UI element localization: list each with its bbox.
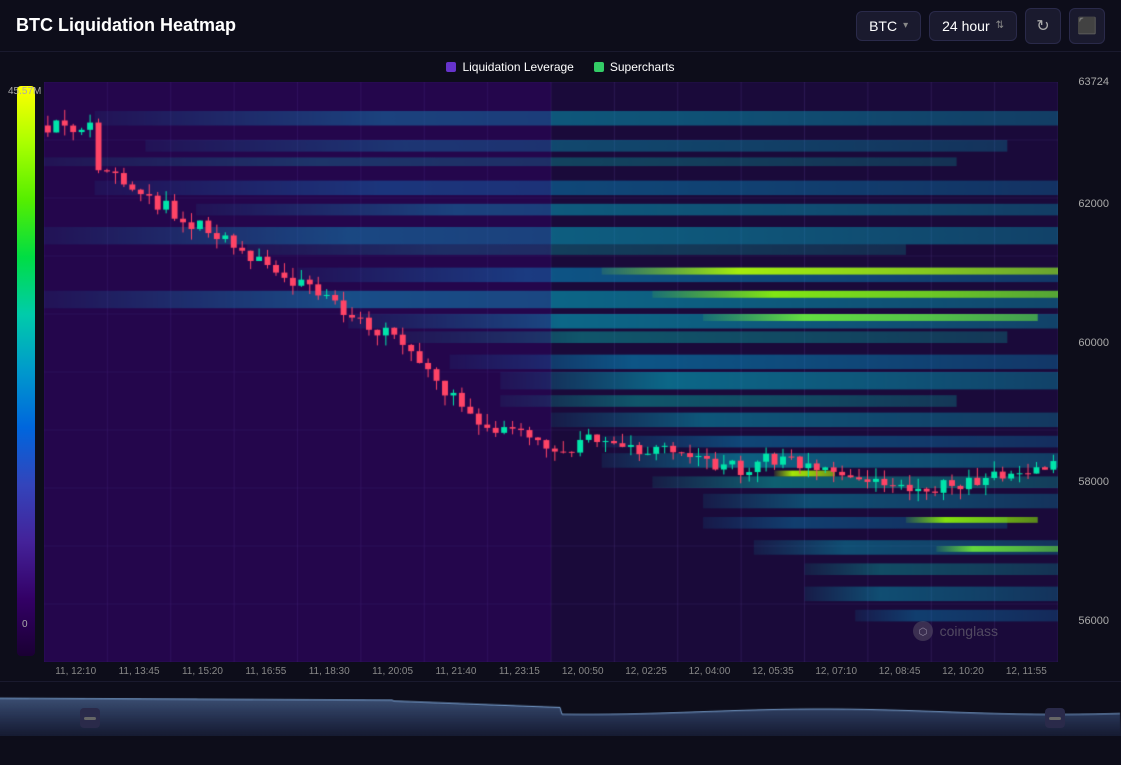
camera-icon: ⬛ xyxy=(1077,16,1097,36)
y-label-56000: 56000 xyxy=(1078,615,1109,627)
x-label: 12, 05:35 xyxy=(741,666,804,677)
x-label: 11, 23:15 xyxy=(488,666,551,677)
bottom-bar xyxy=(0,681,1121,736)
screenshot-button[interactable]: ⬛ xyxy=(1069,8,1105,44)
x-label: 12, 10:20 xyxy=(931,666,994,677)
coinglass-icon: ⬡ xyxy=(912,620,934,642)
color-scale-bar xyxy=(17,86,35,656)
svg-text:⬡: ⬡ xyxy=(918,627,927,638)
refresh-icon: ↻ xyxy=(1036,16,1049,36)
legend: Liquidation Leverage Supercharts xyxy=(8,52,1113,82)
asset-value: BTC xyxy=(869,18,897,34)
scale-label-bottom: 0 xyxy=(22,619,28,630)
x-label: 11, 15:20 xyxy=(171,666,234,677)
main-chart-row: 45.57M 0 ⬡ coinglass 63724 62000 60000 5… xyxy=(8,82,1113,662)
x-label: 12, 11:55 xyxy=(995,666,1058,677)
x-label: 11, 12:10 xyxy=(44,666,107,677)
x-label: 12, 00:50 xyxy=(551,666,614,677)
chevron-down-icon: ▾ xyxy=(903,20,908,31)
y-label-60000: 60000 xyxy=(1078,337,1109,349)
legend-item-supercharts: Supercharts xyxy=(594,60,675,74)
y-axis: 63724 62000 60000 58000 56000 xyxy=(1058,82,1113,662)
x-label: 11, 20:05 xyxy=(361,666,424,677)
chevron-updown-icon: ⇅ xyxy=(996,20,1004,31)
asset-dropdown[interactable]: BTC ▾ xyxy=(856,11,921,41)
y-label-62000: 62000 xyxy=(1078,198,1109,210)
timeframe-dropdown[interactable]: 24 hour ⇅ xyxy=(929,11,1017,41)
scroll-handle-grip-right xyxy=(1049,717,1061,720)
header-controls: BTC ▾ 24 hour ⇅ ↻ ⬛ xyxy=(856,8,1105,44)
x-label: 11, 16:55 xyxy=(234,666,297,677)
watermark-label: coinglass xyxy=(940,623,998,639)
x-axis: 11, 12:1011, 13:4511, 15:2011, 16:5511, … xyxy=(44,662,1058,677)
x-label: 11, 18:30 xyxy=(298,666,361,677)
legend-color-liquidation xyxy=(446,62,456,72)
legend-color-supercharts xyxy=(594,62,604,72)
scale-label-top: 45.57M xyxy=(8,86,41,97)
color-scale: 45.57M 0 xyxy=(8,82,44,660)
minimap-canvas[interactable] xyxy=(0,682,1121,736)
scroll-handle-left[interactable] xyxy=(80,708,100,728)
legend-label-liquidation: Liquidation Leverage xyxy=(462,60,573,74)
heatmap-canvas[interactable] xyxy=(44,82,1058,662)
x-label: 12, 07:10 xyxy=(805,666,868,677)
x-label: 12, 02:25 xyxy=(614,666,677,677)
scroll-handle-grip-left xyxy=(84,717,96,720)
x-label: 12, 08:45 xyxy=(868,666,931,677)
legend-item-liquidation: Liquidation Leverage xyxy=(446,60,573,74)
y-label-58000: 58000 xyxy=(1078,476,1109,488)
refresh-button[interactable]: ↻ xyxy=(1025,8,1061,44)
heatmap-wrapper[interactable]: ⬡ coinglass xyxy=(44,82,1058,662)
chart-area: Liquidation Leverage Supercharts 45.57M … xyxy=(0,52,1121,677)
page-title: BTC Liquidation Heatmap xyxy=(16,15,856,36)
timeframe-value: 24 hour xyxy=(942,18,989,34)
header: BTC Liquidation Heatmap BTC ▾ 24 hour ⇅ … xyxy=(0,0,1121,52)
x-label: 11, 13:45 xyxy=(107,666,170,677)
x-label: 12, 04:00 xyxy=(678,666,741,677)
legend-label-supercharts: Supercharts xyxy=(610,60,675,74)
y-label-63724: 63724 xyxy=(1078,76,1109,88)
x-label: 11, 21:40 xyxy=(424,666,487,677)
watermark: ⬡ coinglass xyxy=(912,620,998,642)
scroll-handle-right[interactable] xyxy=(1045,708,1065,728)
